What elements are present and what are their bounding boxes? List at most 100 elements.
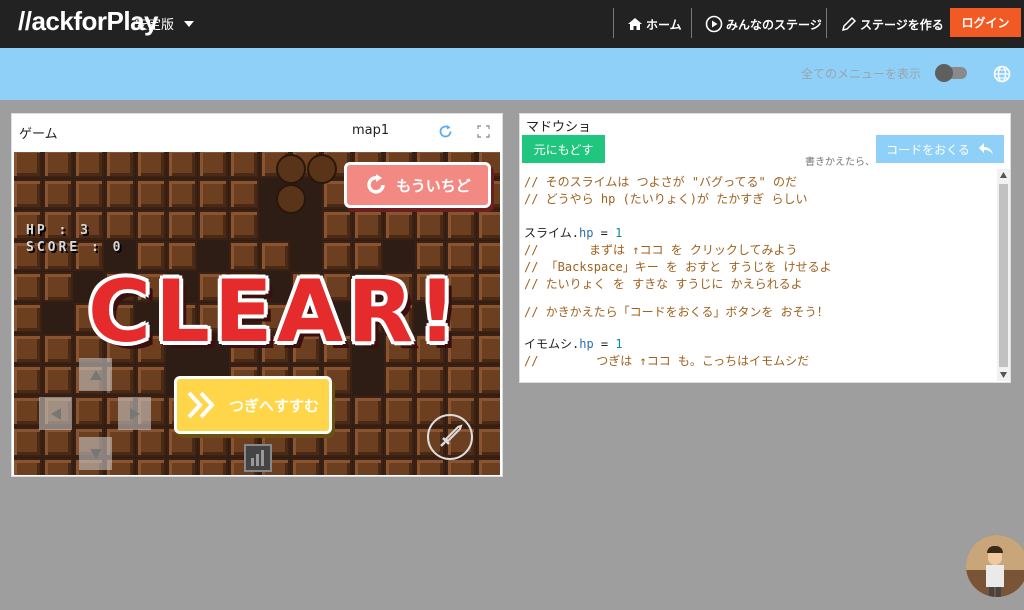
send-code-button[interactable]: コードをおくる bbox=[876, 135, 1004, 163]
dirt-block bbox=[74, 179, 104, 209]
hud-hp: HP : 3 bbox=[26, 223, 91, 238]
dirt-block bbox=[446, 365, 476, 395]
scroll-up-icon[interactable] bbox=[1000, 172, 1007, 178]
dirt-block bbox=[136, 152, 166, 178]
dirt-block bbox=[14, 458, 42, 475]
code-line[interactable]: // そのスライムは つよさが "バグってる" のだ bbox=[524, 173, 797, 190]
code-line[interactable]: // 「Backspace」キー を おすと すうじを けせるよ bbox=[524, 258, 832, 275]
dirt-block bbox=[384, 427, 414, 457]
editor-scroll-thumb[interactable] bbox=[999, 184, 1008, 367]
dirt-block bbox=[353, 427, 383, 457]
dirt-block bbox=[74, 396, 104, 426]
dirt-block bbox=[43, 179, 73, 209]
dirt-block bbox=[477, 210, 500, 240]
code-line[interactable]: // まずは ↑ココ を クリックしてみよう bbox=[524, 241, 798, 258]
game-hud: HP : 3 SCORE : 0 bbox=[26, 222, 123, 256]
dirt-block bbox=[167, 179, 197, 209]
dpad-right-button[interactable] bbox=[118, 397, 151, 430]
dirt-block bbox=[167, 210, 197, 240]
retry-icon bbox=[367, 174, 385, 194]
nav-create[interactable]: ステージを作る bbox=[841, 0, 944, 48]
boulder bbox=[307, 154, 337, 184]
dirt-block bbox=[14, 427, 42, 457]
dirt-block bbox=[136, 458, 166, 475]
dirt-block bbox=[229, 179, 259, 209]
code-line[interactable]: スライム.hp = 1 bbox=[524, 224, 622, 241]
dirt-block bbox=[167, 152, 197, 178]
dirt-block bbox=[415, 210, 445, 240]
next-stage-button[interactable]: つぎへすすむ bbox=[174, 376, 332, 434]
toggle-knob[interactable] bbox=[935, 64, 953, 82]
dirt-block bbox=[353, 210, 383, 240]
editor-title: マドウショ bbox=[526, 120, 592, 135]
boulder bbox=[276, 154, 306, 184]
nav-home[interactable]: ホーム bbox=[627, 0, 682, 48]
dirt-block bbox=[229, 210, 259, 240]
boulder bbox=[276, 184, 306, 214]
code-value[interactable]: 1 bbox=[615, 226, 622, 240]
restore-button[interactable]: 元にもどす bbox=[522, 135, 605, 163]
arrow-right-icon bbox=[129, 407, 140, 420]
dirt-block bbox=[198, 458, 228, 475]
reload-icon[interactable] bbox=[438, 124, 453, 139]
code-line[interactable]: // つぎは ↑ココ も。こっちはイモムシだ bbox=[524, 352, 809, 369]
dirt-block bbox=[353, 396, 383, 426]
dpad-up-button[interactable] bbox=[79, 358, 112, 391]
fullscreen-icon[interactable] bbox=[477, 125, 490, 138]
dirt-block bbox=[14, 179, 42, 209]
retry-button[interactable]: もういちど bbox=[344, 162, 491, 208]
globe-icon[interactable] bbox=[993, 65, 1011, 83]
pencil-icon bbox=[841, 16, 857, 32]
dirt-block bbox=[322, 210, 352, 240]
dirt-block bbox=[198, 152, 228, 178]
dirt-block bbox=[43, 427, 73, 457]
code-value[interactable]: 1 bbox=[615, 337, 622, 351]
version-selector[interactable]: 安定版 bbox=[135, 14, 174, 33]
attack-button[interactable] bbox=[427, 414, 473, 460]
nav-create-label: ステージを作る bbox=[860, 17, 944, 32]
dirt-block bbox=[322, 458, 352, 475]
retry-label: もういちど bbox=[396, 176, 471, 195]
code-object: イモムシ bbox=[524, 337, 573, 351]
dirt-block bbox=[477, 396, 500, 426]
code-line[interactable]: イモムシ.hp = 1 bbox=[524, 335, 623, 352]
dirt-block bbox=[446, 458, 476, 475]
nav-divider bbox=[826, 8, 827, 38]
dirt-block bbox=[198, 179, 228, 209]
code-line[interactable]: // どうやら hp (たいりょく)が たかすぎ らしい bbox=[524, 190, 807, 207]
dirt-block bbox=[229, 152, 259, 178]
dirt-block bbox=[14, 334, 42, 364]
dirt-block bbox=[136, 210, 166, 240]
clear-banner: CLEAR! bbox=[88, 262, 461, 362]
code-property: hp bbox=[579, 226, 594, 240]
game-canvas[interactable]: HP : 3 SCORE : 0 もういちど CLEAR! つぎへすすむ bbox=[14, 152, 500, 475]
nav-divider bbox=[613, 8, 614, 38]
game-title: ゲーム bbox=[19, 127, 58, 142]
hud-score: SCORE : 0 bbox=[26, 240, 124, 255]
stats-button[interactable] bbox=[244, 444, 272, 472]
dirt-block bbox=[477, 334, 500, 364]
scroll-down-icon[interactable] bbox=[1000, 372, 1007, 378]
dirt-block bbox=[167, 458, 197, 475]
code-line[interactable]: // かきかえたら「コードをおくる」ボタンを おそう！ bbox=[524, 303, 829, 320]
dirt-block bbox=[477, 365, 500, 395]
dirt-block bbox=[477, 427, 500, 457]
dpad-down-button[interactable] bbox=[79, 437, 112, 470]
code-editor[interactable]: // そのスライムは つよさが "バグってる" のだ // どうやら hp (た… bbox=[522, 169, 997, 381]
send-code-label: コードをおくる bbox=[886, 142, 970, 157]
dirt-block bbox=[43, 458, 73, 475]
dirt-block bbox=[198, 210, 228, 240]
nav-stages[interactable]: みんなのステージ bbox=[705, 0, 822, 48]
dirt-block bbox=[105, 179, 135, 209]
code-line[interactable]: // たいりょく を すきな すうじに かえられるよ bbox=[524, 275, 803, 292]
dirt-block bbox=[136, 179, 166, 209]
login-button[interactable]: ログイン bbox=[950, 8, 1021, 37]
dpad-left-button[interactable] bbox=[39, 397, 72, 430]
dirt-block bbox=[384, 365, 414, 395]
dirt-block bbox=[43, 365, 73, 395]
caret-down-icon[interactable] bbox=[184, 21, 194, 27]
send-hint: 書きかえたら、 bbox=[805, 157, 875, 168]
assistant-avatar[interactable] bbox=[966, 535, 1024, 597]
nav-home-label: ホーム bbox=[646, 17, 682, 32]
dirt-block bbox=[353, 458, 383, 475]
